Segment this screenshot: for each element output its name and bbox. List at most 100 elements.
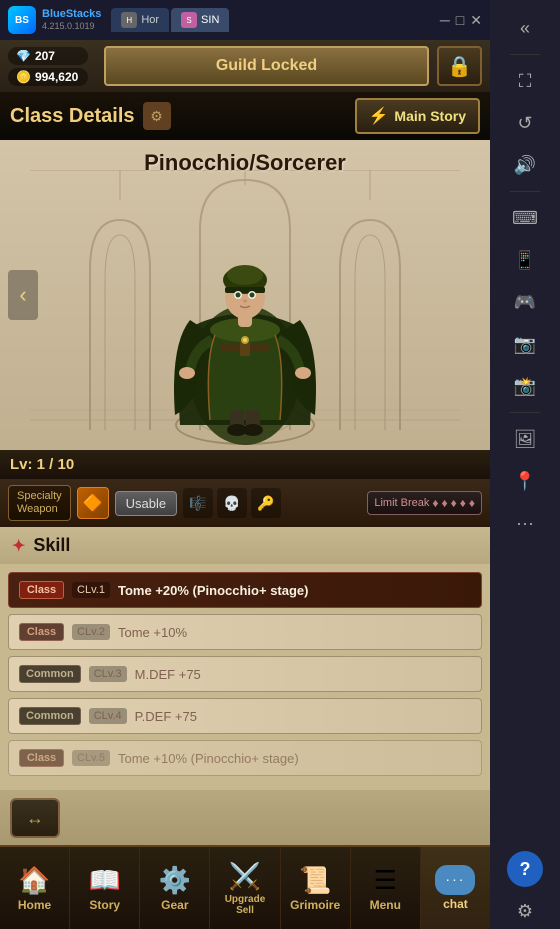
bluestacks-logo: BS [8, 6, 36, 34]
sidebar-phone-icon[interactable]: 📱 [507, 242, 543, 278]
story-label: Story [89, 898, 120, 912]
main-story-button[interactable]: ⚡ Main Story [355, 98, 481, 134]
nav-gear[interactable]: ⚙️ Gear [140, 847, 210, 929]
skull-icon[interactable]: 💀 [217, 488, 247, 518]
sidebar-keyboard-icon[interactable]: ⌨ [507, 200, 543, 236]
diamond-2: ♦ [442, 496, 448, 510]
sidebar-more-icon[interactable]: ··· [507, 505, 543, 541]
skill-desc-2: Tome +10% [118, 625, 471, 640]
key-icon[interactable]: 🔑 [251, 488, 281, 518]
skill-type-badge-3: Common [19, 665, 81, 683]
story-flash-icon: ⚡ [369, 106, 389, 126]
gold-resource: 🪙 994,620 [8, 68, 88, 86]
chat-icon: ··· [445, 871, 465, 887]
class-header: Class Details ⚙ ⚡ Main Story [0, 92, 490, 140]
skill-desc-3: M.DEF +75 [135, 667, 471, 682]
skill-desc-1: Tome +20% (Pinocchio+ stage) [118, 583, 471, 598]
skill-level-5: CLv.5 [72, 750, 110, 766]
skill-type-badge-2: Class [19, 623, 64, 641]
character-area: Pinocchio/Sorcerer [0, 140, 490, 450]
sidebar-gallery-icon[interactable]: 🖼 [507, 421, 543, 457]
sidebar-gamepad-icon[interactable]: 🎮 [507, 284, 543, 320]
skill-row-5: Class CLv.5 Tome +10% (Pinocchio+ stage) [8, 740, 482, 776]
nav-home[interactable]: 🏠 Home [0, 847, 70, 929]
crystal-resource: 💎 207 [8, 47, 88, 65]
diamond-4: ♦ [460, 496, 466, 510]
guild-button[interactable]: Guild Locked [104, 46, 429, 86]
class-settings-icon[interactable]: ⚙ [143, 102, 171, 130]
diamond-5: ♦ [469, 496, 475, 510]
skill-level-3: CLv.3 [89, 666, 127, 682]
main-story-label: Main Story [394, 108, 466, 124]
skill-row-2: Class CLv.2 Tome +10% [8, 614, 482, 650]
sidebar-fullscreen-icon[interactable]: ⛶ [507, 63, 543, 99]
sidebar-screenshot-icon[interactable]: 📸 [507, 368, 543, 404]
harp-icon[interactable]: 🎼 [183, 488, 213, 518]
home-label: Home [18, 898, 51, 912]
sidebar-help-icon[interactable]: ? [507, 851, 543, 887]
nav-chat[interactable]: ··· chat [421, 847, 490, 929]
skill-level-2: CLv.2 [72, 624, 110, 640]
tab-hor[interactable]: H Hor [111, 8, 169, 32]
lock-icon: 🔒 [447, 54, 472, 79]
skill-desc-4: P.DEF +75 [135, 709, 471, 724]
limit-break-button[interactable]: Limit Break ♦ ♦ ♦ ♦ ♦ [367, 491, 482, 515]
nav-story[interactable]: 📖 Story [70, 847, 140, 929]
skill-type-badge-4: Common [19, 707, 81, 725]
sidebar-divider-2 [510, 191, 540, 192]
icon-bar: 🎼 💀 🔑 [183, 488, 361, 518]
grimoire-icon: 📜 [299, 865, 331, 896]
tab-sin[interactable]: S SIN [171, 8, 229, 32]
limit-break-label: Limit Break [374, 497, 429, 509]
tab-hor-icon: H [121, 12, 137, 28]
prev-character-button[interactable]: ‹ [8, 270, 38, 320]
action-bar: Specialty Weapon 🔶 Usable 🎼 💀 🔑 Limit Br… [0, 479, 490, 527]
menu-icon: ☰ [374, 865, 397, 896]
bottom-navigation: 🏠 Home 📖 Story ⚙️ Gear ⚔️ Upgrade Sell 📜… [0, 845, 490, 929]
guild-lock-icon: 🔒 [437, 46, 482, 86]
gear-label: Gear [161, 898, 188, 912]
close-button[interactable]: ✕ [470, 12, 482, 29]
game-area: 💎 207 🪙 994,620 Guild Locked 🔒 Class Det… [0, 40, 490, 929]
nav-menu[interactable]: ☰ Menu [351, 847, 421, 929]
skill-section-title: Skill [33, 535, 70, 556]
nav-grimoire[interactable]: 📜 Grimoire [281, 847, 351, 929]
bluestacks-title: BlueStacks [42, 8, 101, 21]
sidebar-rotate-icon[interactable]: ↺ [507, 105, 543, 141]
story-icon: 📖 [89, 865, 121, 896]
specialty-weapon-button[interactable]: Specialty Weapon [8, 485, 71, 521]
skill-level-1: CLv.1 [72, 582, 110, 598]
skill-list: Class CLv.1 Tome +20% (Pinocchio+ stage)… [0, 564, 490, 790]
level-bar: Lv: 1 / 10 [0, 450, 490, 479]
usable-button[interactable]: Usable [115, 491, 177, 516]
skill-type-badge-1: Class [19, 581, 64, 599]
chat-label: chat [443, 897, 468, 911]
chat-bubble: ··· [435, 865, 475, 895]
gear-nav-icon: ⚙️ [159, 865, 191, 896]
skill-header: ✦ Skill [0, 527, 490, 564]
sidebar-expand-icon[interactable]: « [507, 10, 543, 46]
crystal-value: 207 [35, 49, 55, 63]
skill-row-4: Common CLv.4 P.DEF +75 [8, 698, 482, 734]
diamond-3: ♦ [451, 496, 457, 510]
sidebar-map-icon[interactable]: 📍 [507, 463, 543, 499]
upgrade-label: Upgrade Sell [225, 894, 266, 916]
minimize-button[interactable]: ─ [440, 12, 450, 29]
nav-upgrade[interactable]: ⚔️ Upgrade Sell [210, 847, 280, 929]
upgrade-icon: ⚔️ [229, 861, 261, 892]
grimoire-label: Grimoire [290, 898, 340, 912]
character-level: Lv: 1 / 10 [10, 456, 74, 473]
skill-level-4: CLv.4 [89, 708, 127, 724]
sidebar-camera-icon[interactable]: 📷 [507, 326, 543, 362]
weapon-icon-button[interactable]: 🔶 [77, 487, 109, 519]
action-arrow-button[interactable]: ↔ [10, 798, 60, 838]
maximize-button[interactable]: □ [456, 12, 464, 29]
sidebar-volume-icon[interactable]: 🔊 [507, 147, 543, 183]
usable-label: Usable [126, 496, 166, 511]
sidebar-settings-icon[interactable]: ⚙ [507, 893, 543, 929]
skill-cross-icon: ✦ [12, 536, 25, 556]
crystal-icon: 💎 [16, 49, 31, 63]
diamond-1: ♦ [432, 496, 438, 510]
character-sprite [165, 225, 325, 450]
gold-icon: 🪙 [16, 70, 31, 84]
